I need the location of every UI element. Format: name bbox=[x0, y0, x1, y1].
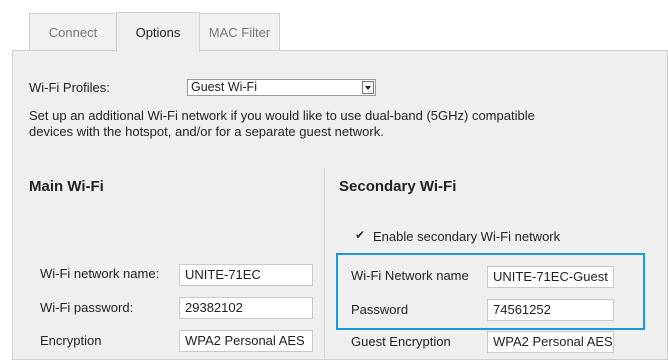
main-password-field[interactable]: 29382102 bbox=[179, 297, 313, 319]
tab-options-label: Options bbox=[135, 25, 181, 40]
main-network-name-field[interactable]: UNITE-71EC bbox=[179, 264, 313, 286]
wifi-profiles-label: Wi-Fi Profiles: bbox=[29, 80, 110, 95]
tab-connect[interactable]: Connect bbox=[29, 13, 117, 51]
dropdown-arrow-icon[interactable] bbox=[362, 81, 374, 94]
wifi-profiles-selected: Guest Wi-Fi bbox=[191, 80, 257, 94]
enable-secondary-label: Enable secondary Wi-Fi network bbox=[373, 229, 561, 244]
wifi-profiles-select[interactable]: Guest Wi-Fi bbox=[187, 79, 376, 96]
description-line-2: devices with the hotspot, and/or for a s… bbox=[29, 124, 384, 139]
tab-mac-filter-label: MAC Filter bbox=[208, 25, 271, 40]
description-line-1: Set up an additional Wi-Fi network if yo… bbox=[29, 108, 535, 123]
tab-mac-filter[interactable]: MAC Filter bbox=[199, 13, 280, 51]
secondary-password-label: Password bbox=[351, 302, 409, 317]
secondary-wifi-title: Secondary Wi-Fi bbox=[339, 178, 457, 195]
main-wifi-title: Main Wi-Fi bbox=[29, 178, 104, 195]
secondary-password-field[interactable]: 74561252 bbox=[487, 299, 614, 321]
main-network-name-label: Wi-Fi network name: bbox=[40, 266, 160, 281]
section-divider bbox=[324, 168, 325, 358]
tab-options[interactable]: Options bbox=[116, 12, 200, 52]
secondary-network-name-field[interactable]: UNITE-71EC-Guest bbox=[487, 266, 614, 288]
enable-secondary-checkbox[interactable]: ✔ bbox=[355, 229, 367, 241]
secondary-encryption-label: Guest Encryption bbox=[351, 334, 451, 349]
secondary-network-name-label: Wi-Fi Network name bbox=[351, 268, 469, 283]
secondary-encryption-field[interactable]: WPA2 Personal AES bbox=[487, 331, 614, 353]
tab-connect-label: Connect bbox=[48, 25, 98, 40]
main-encryption-label: Encryption bbox=[40, 333, 102, 348]
main-password-label: Wi-Fi password: bbox=[40, 300, 134, 315]
